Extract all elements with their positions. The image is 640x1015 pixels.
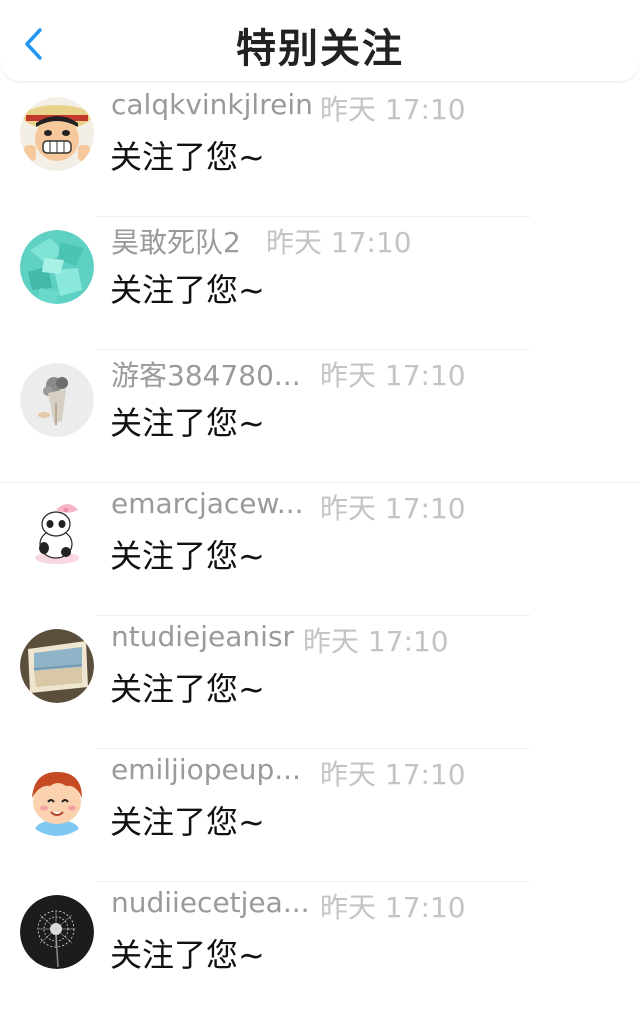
user-name[interactable]: 游客384780...	[111, 354, 301, 394]
timestamp: 昨天 17:10	[266, 226, 412, 259]
list-item[interactable]: ntudiejeanisr 昨天 17:10 关注了您~	[0, 616, 640, 749]
user-name[interactable]: ntudiejeanisr	[111, 620, 294, 653]
user-name[interactable]: emarcjacew...	[111, 487, 304, 520]
flower-bouquet-avatar[interactable]	[20, 363, 94, 437]
message-text: 关注了您~	[110, 670, 265, 708]
list-item[interactable]: nudiiecetjea... 昨天 17:10 关注了您~	[0, 882, 640, 1015]
message-text: 关注了您~	[110, 404, 265, 442]
timestamp: 昨天 17:10	[320, 359, 466, 392]
list-item[interactable]: emiljiopeup... 昨天 17:10 关注了您~	[0, 749, 640, 882]
panda-cartoon-avatar[interactable]	[20, 496, 94, 570]
message-text: 关注了您~	[110, 138, 265, 176]
list-item[interactable]: emarcjacew... 昨天 17:10 关注了您~	[0, 483, 640, 616]
cartoon-pirate-avatar[interactable]	[20, 97, 94, 171]
timestamp: 昨天 17:10	[320, 93, 466, 126]
teal-crystal-avatar[interactable]	[20, 230, 94, 304]
message-text: 关注了您~	[110, 803, 265, 841]
timestamp: 昨天 17:10	[320, 492, 466, 525]
message-text: 关注了您~	[110, 537, 265, 575]
list-item[interactable]: calqkvinkjlrein 昨天 17:10 关注了您~	[0, 84, 640, 217]
timestamp: 昨天 17:10	[320, 891, 466, 924]
follower-list: calqkvinkjlrein 昨天 17:10 关注了您~ 昊敢死队2 昨天 …	[0, 84, 640, 1015]
page-title: 特别关注	[236, 26, 404, 72]
timestamp: 昨天 17:10	[303, 625, 449, 658]
user-name[interactable]: nudiiecetjea...	[111, 886, 310, 919]
list-item[interactable]: 昊敢死队2 昨天 17:10 关注了您~	[0, 217, 640, 350]
user-name[interactable]: 昊敢死队2	[111, 221, 241, 261]
cartoon-boy-avatar[interactable]	[20, 762, 94, 836]
message-text: 关注了您~	[110, 271, 265, 309]
top-bar: 特别关注	[0, 0, 640, 82]
user-name[interactable]: calqkvinkjlrein	[111, 88, 313, 121]
user-name[interactable]: emiljiopeup...	[111, 753, 301, 786]
list-item[interactable]: 游客384780... 昨天 17:10 关注了您~	[0, 350, 640, 483]
message-text: 关注了您~	[110, 936, 265, 974]
dandelion-avatar[interactable]	[20, 895, 94, 969]
timestamp: 昨天 17:10	[320, 758, 466, 791]
beach-photo-avatar[interactable]	[20, 629, 94, 703]
